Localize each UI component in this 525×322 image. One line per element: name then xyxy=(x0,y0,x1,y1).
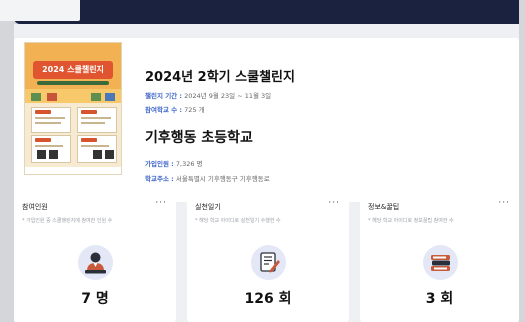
challenge-info-card: 2024 스쿨챌린지 2024년 2학기 스쿨챌린지 챌린지 기간: 2024… xyxy=(14,38,519,202)
content-panel: 2024 스쿨챌린지 2024년 2학기 스쿨챌린지 챌린지 기간: 2024… xyxy=(14,24,519,322)
more-options-icon[interactable]: ··· xyxy=(155,198,167,208)
books-icon xyxy=(422,245,458,280)
members-value: 7,326 명 xyxy=(175,160,203,168)
stat-description: * 해당 학교 아이디로 정보꿀팁 참여한 수 xyxy=(368,218,454,224)
program-title: 2024년 2학기 스쿨챌린지 xyxy=(145,70,295,85)
challenge-period-value: 2024년 9월 23일 ~ 11월 3일 xyxy=(184,92,272,100)
more-options-icon[interactable]: ··· xyxy=(498,198,510,208)
stat-card-diary: 실천일기 ··· * 해당 학교 아이디로 실천일기 수행한 수 126 회 xyxy=(187,192,349,322)
school-name: 기후행동 초등학교 xyxy=(145,130,253,146)
top-tab[interactable] xyxy=(0,0,80,21)
challenge-period-label: 챌린지 기간 : xyxy=(145,92,183,100)
stat-description: * 해당 학교 아이디로 실천일기 수행한 수 xyxy=(195,218,281,224)
stat-card-participants: 참여인원 ··· * 가입인원 중 스쿨챌린지에 참여한 인원 수 7 명 xyxy=(14,192,176,322)
stat-card-tips: 정보&꿀팁 ··· * 해당 학교 아이디로 정보꿀팁 참여한 수 3 회 xyxy=(360,192,519,322)
participating-schools-label: 참여학교 수 : xyxy=(145,106,183,114)
address-value: 서울특별시 기후행동구 기후행동로 xyxy=(175,175,270,183)
participating-schools-row: 참여학교 수 : 725 개 xyxy=(145,104,205,114)
challenge-period-row: 챌린지 기간 : 2024년 9월 23일 ~ 11월 3일 xyxy=(145,90,271,100)
person-icon xyxy=(78,245,113,280)
address-row: 학교주소 : 서울특별시 기후행동구 기후행동로 xyxy=(145,173,270,183)
stat-title: 참여인원 xyxy=(22,203,48,211)
stat-title: 정보&꿀팁 xyxy=(368,203,400,211)
app-frame: 2024 스쿨챌린지 2024년 2학기 스쿨챌린지 챌린지 기간: 2024… xyxy=(0,0,525,322)
stat-title: 실천일기 xyxy=(195,203,221,211)
stat-description: * 가입인원 중 스쿨챌린지에 참여한 인원 수 xyxy=(22,218,113,224)
stat-value: 7 명 xyxy=(81,291,109,307)
stat-value: 3 회 xyxy=(425,291,454,307)
challenge-poster-image: 2024 스쿨챌린지 xyxy=(24,42,122,175)
stat-value: 126 회 xyxy=(244,291,292,307)
members-row: 가입인원 : 7,326 명 xyxy=(145,158,203,168)
members-label: 가입인원 : xyxy=(145,160,174,168)
participating-schools-value: 725 개 xyxy=(184,106,205,114)
address-label: 학교주소 : xyxy=(145,175,174,183)
more-options-icon[interactable]: ··· xyxy=(328,198,340,208)
top-navigation-bar xyxy=(14,0,519,24)
diary-icon xyxy=(251,245,286,280)
